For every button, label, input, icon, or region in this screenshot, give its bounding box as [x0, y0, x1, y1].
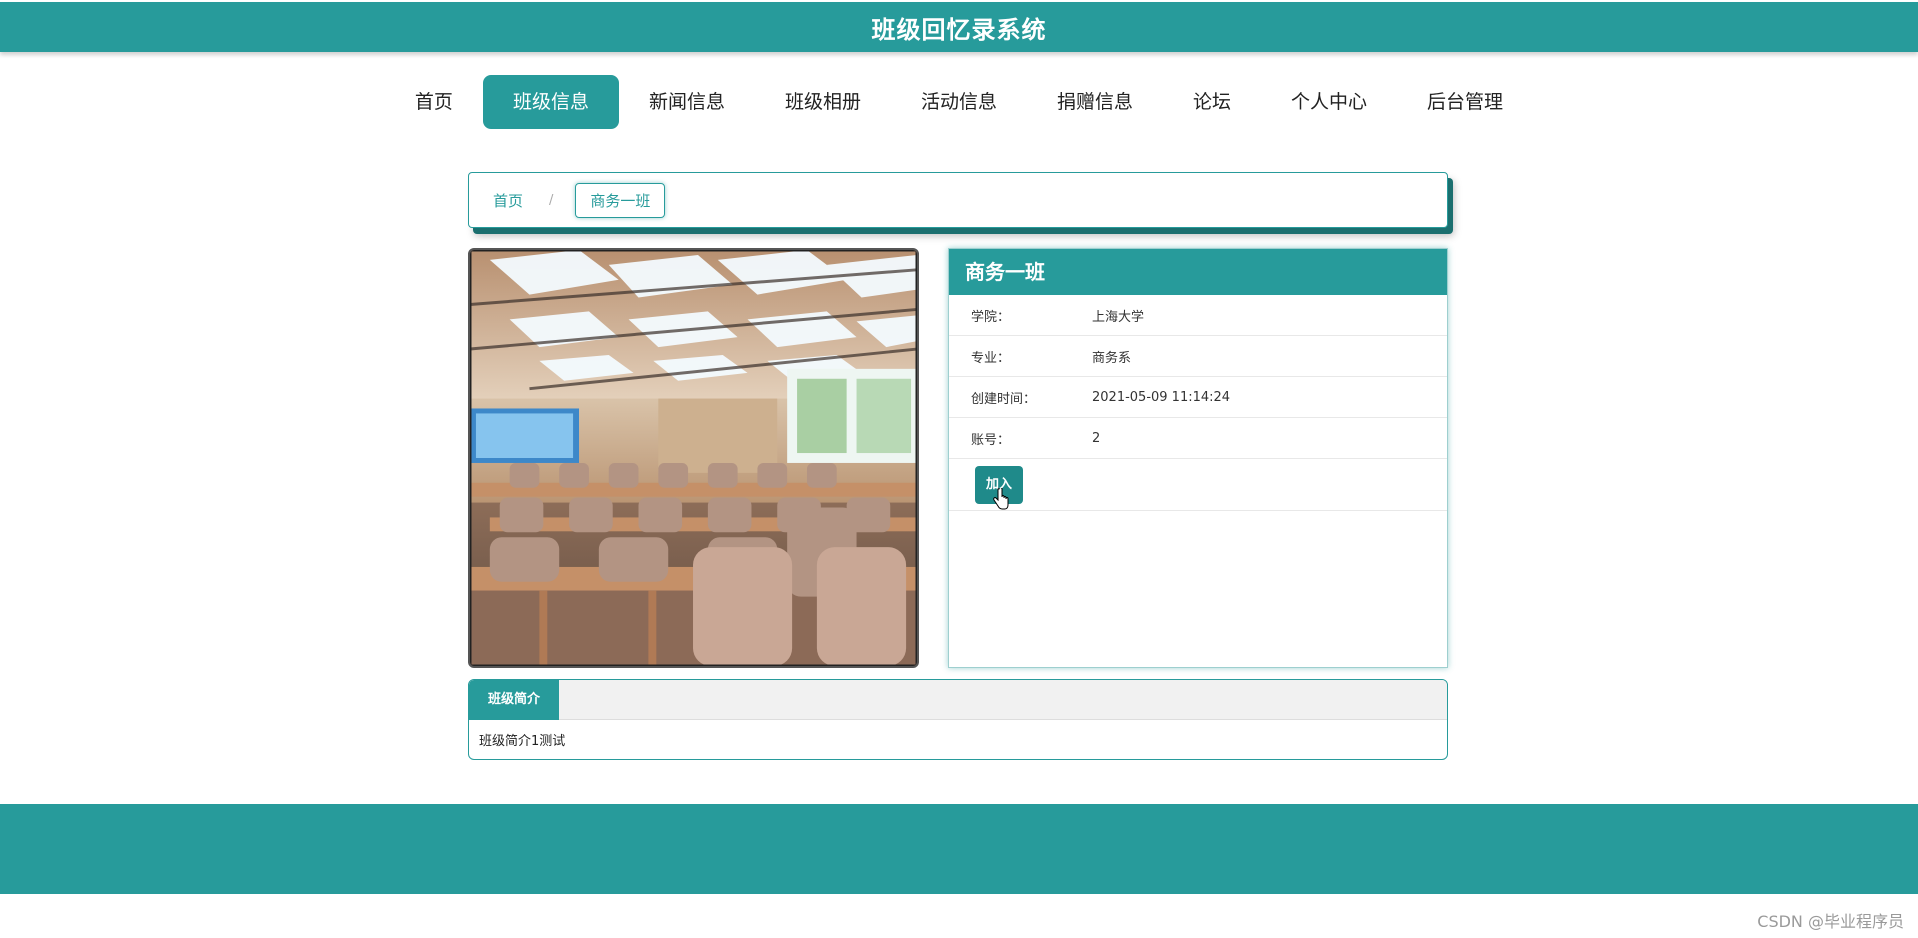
breadcrumb-separator: / — [549, 192, 554, 208]
field-value: 2021-05-09 11:14:24 — [1092, 389, 1231, 405]
field-label: 专业： — [971, 350, 1011, 366]
field-value: 2 — [1092, 430, 1101, 446]
class-intro-panel: 班级简介 班级简介1测试 — [468, 679, 1448, 760]
nav-item-class-info[interactable]: 班级信息 — [482, 75, 619, 129]
breadcrumb-current: 商务一班 — [575, 182, 666, 218]
class-detail-card: 商务一班 学院： 上海大学 专业： 商务系 创建时间： 2021-05-09 1… — [948, 248, 1448, 668]
nav-item-activities[interactable]: 活动信息 — [891, 75, 1027, 129]
field-label: 账号： — [971, 432, 1011, 448]
detail-actions: 加入 — [949, 459, 1447, 511]
breadcrumb-home-link[interactable]: 首页 — [493, 190, 523, 211]
nav-item-donations[interactable]: 捐赠信息 — [1027, 75, 1163, 129]
nav-item-class-album[interactable]: 班级相册 — [755, 75, 891, 129]
nav-item-forum[interactable]: 论坛 — [1163, 75, 1261, 129]
site-title: 班级回忆录系统 — [871, 15, 1047, 44]
top-header: 班级回忆录系统 — [0, 2, 1918, 52]
tab-class-intro[interactable]: 班级简介 — [469, 680, 560, 720]
nav-item-news[interactable]: 新闻信息 — [619, 75, 755, 129]
class-name-title: 商务一班 — [949, 249, 1447, 295]
field-value: 商务系 — [1092, 350, 1132, 366]
nav-item-personal-center[interactable]: 个人中心 — [1261, 75, 1397, 129]
detail-row-college: 学院： 上海大学 — [949, 295, 1447, 336]
join-button[interactable]: 加入 — [975, 466, 1023, 510]
hand-cursor-icon — [993, 488, 1009, 510]
main-nav: 首页 班级信息 新闻信息 班级相册 活动信息 捐赠信息 论坛 个人中心 后台管理 — [0, 75, 1918, 129]
detail-row-created-time: 创建时间： 2021-05-09 11:14:24 — [949, 377, 1447, 418]
nav-item-home[interactable]: 首页 — [385, 75, 483, 129]
classroom-image — [470, 250, 917, 666]
breadcrumb: 首页 / 商务一班 — [468, 172, 1448, 228]
footer — [0, 804, 1918, 894]
field-label: 学院： — [971, 309, 1011, 325]
class-photo — [468, 248, 919, 668]
detail-row-major: 专业： 商务系 — [949, 336, 1447, 377]
field-label: 创建时间： — [971, 391, 1037, 407]
intro-tabbar: 班级简介 — [469, 680, 1447, 720]
detail-row-account: 账号： 2 — [949, 418, 1447, 459]
field-value: 上海大学 — [1092, 309, 1145, 325]
watermark: CSDN @毕业程序员 — [1757, 912, 1904, 931]
nav-item-admin[interactable]: 后台管理 — [1397, 75, 1533, 129]
class-intro-content: 班级简介1测试 — [479, 734, 566, 749]
